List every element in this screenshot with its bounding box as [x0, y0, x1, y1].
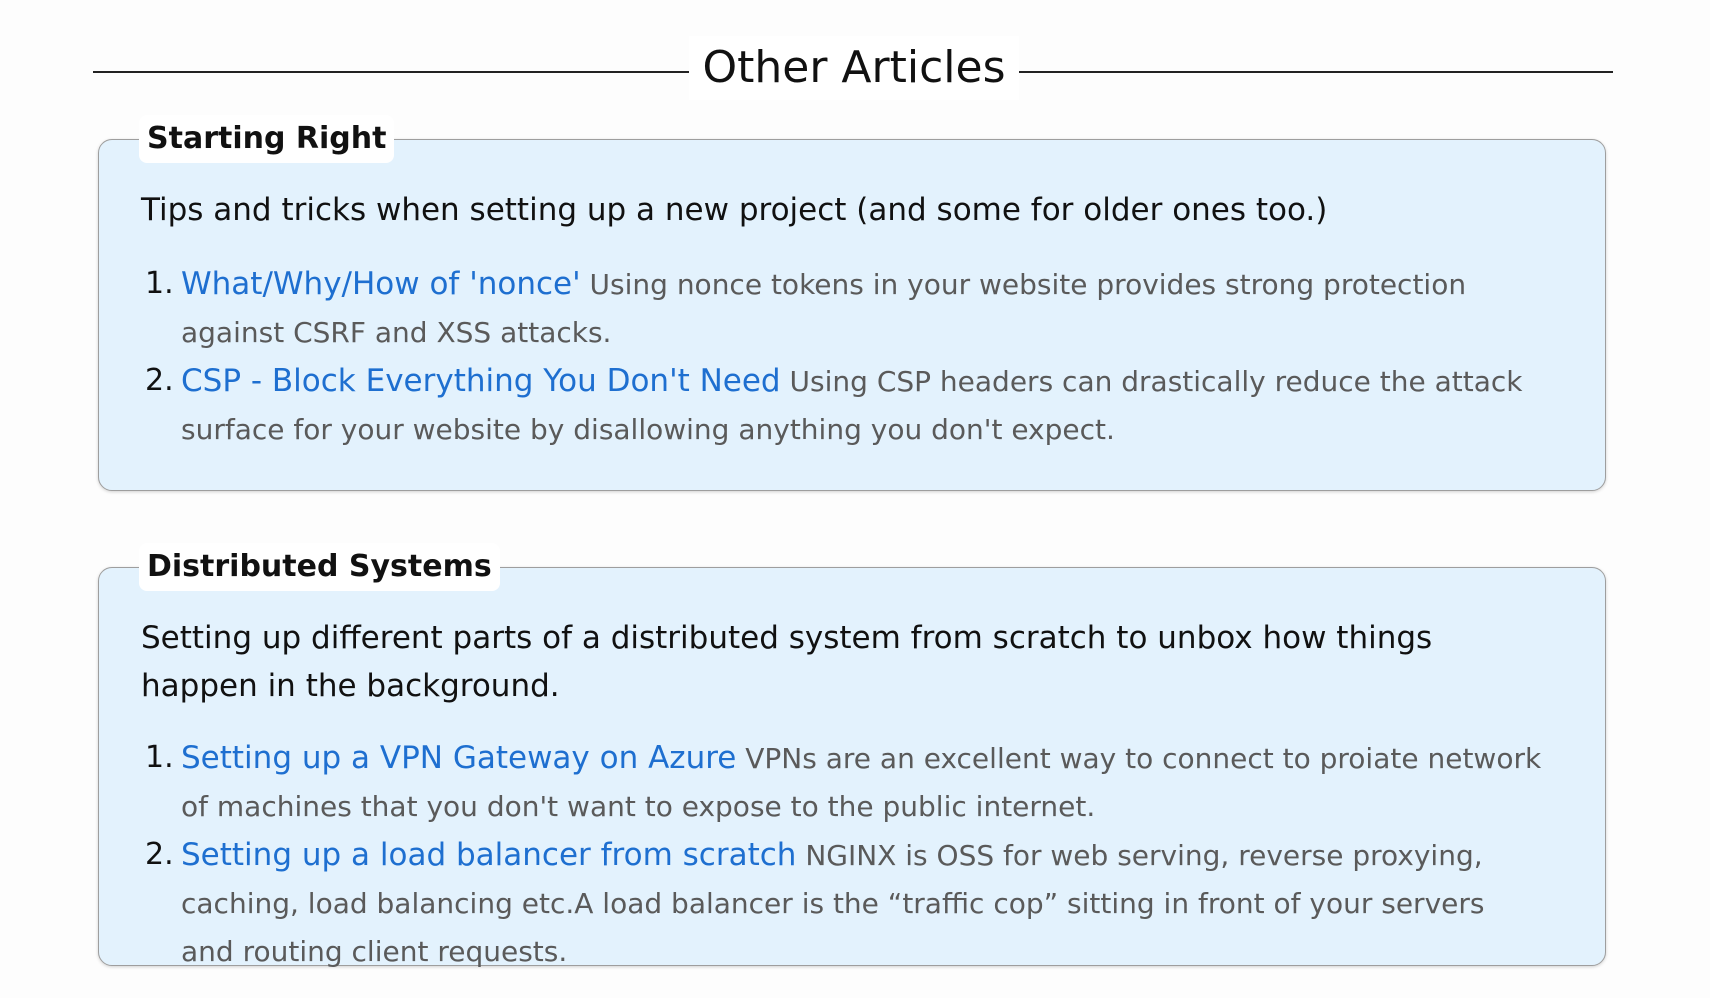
section-starting-right: Starting Right Tips and tricks when sett…: [98, 115, 1606, 491]
article-list: 1. Setting up a VPN Gateway on Azure VPN…: [141, 734, 1545, 976]
article-link-vpn-gateway[interactable]: Setting up a VPN Gateway on Azure: [181, 740, 736, 776]
other-articles-heading: Other Articles: [93, 36, 1613, 108]
section-title: Starting Right: [139, 115, 395, 163]
list-number: 2.: [145, 837, 174, 872]
heading-divider-right: [1019, 71, 1613, 73]
page-title: Other Articles: [689, 36, 1019, 100]
list-item: 1. Setting up a VPN Gateway on Azure VPN…: [141, 734, 1545, 831]
list-item: 2. Setting up a load balancer from scrat…: [141, 831, 1545, 976]
list-number: 2.: [145, 363, 174, 398]
heading-divider-left: [93, 71, 689, 73]
section-description: Tips and tricks when setting up a new pr…: [141, 192, 1328, 228]
article-list: 1. What/Why/How of 'nonce' Using nonce t…: [141, 260, 1545, 454]
list-number: 1.: [145, 266, 174, 301]
list-number: 1.: [145, 740, 174, 775]
list-item: 2. CSP - Block Everything You Don't Need…: [141, 357, 1545, 454]
article-link-load-balancer[interactable]: Setting up a load balancer from scratch: [181, 837, 796, 873]
section-title: Distributed Systems: [139, 543, 500, 591]
list-item: 1. What/Why/How of 'nonce' Using nonce t…: [141, 260, 1545, 357]
article-link-nonce[interactable]: What/Why/How of 'nonce': [181, 266, 581, 302]
section-distributed-systems: Distributed Systems Setting up different…: [98, 543, 1606, 968]
section-description: Setting up different parts of a distribu…: [141, 620, 1433, 704]
article-link-csp[interactable]: CSP - Block Everything You Don't Need: [181, 363, 781, 399]
